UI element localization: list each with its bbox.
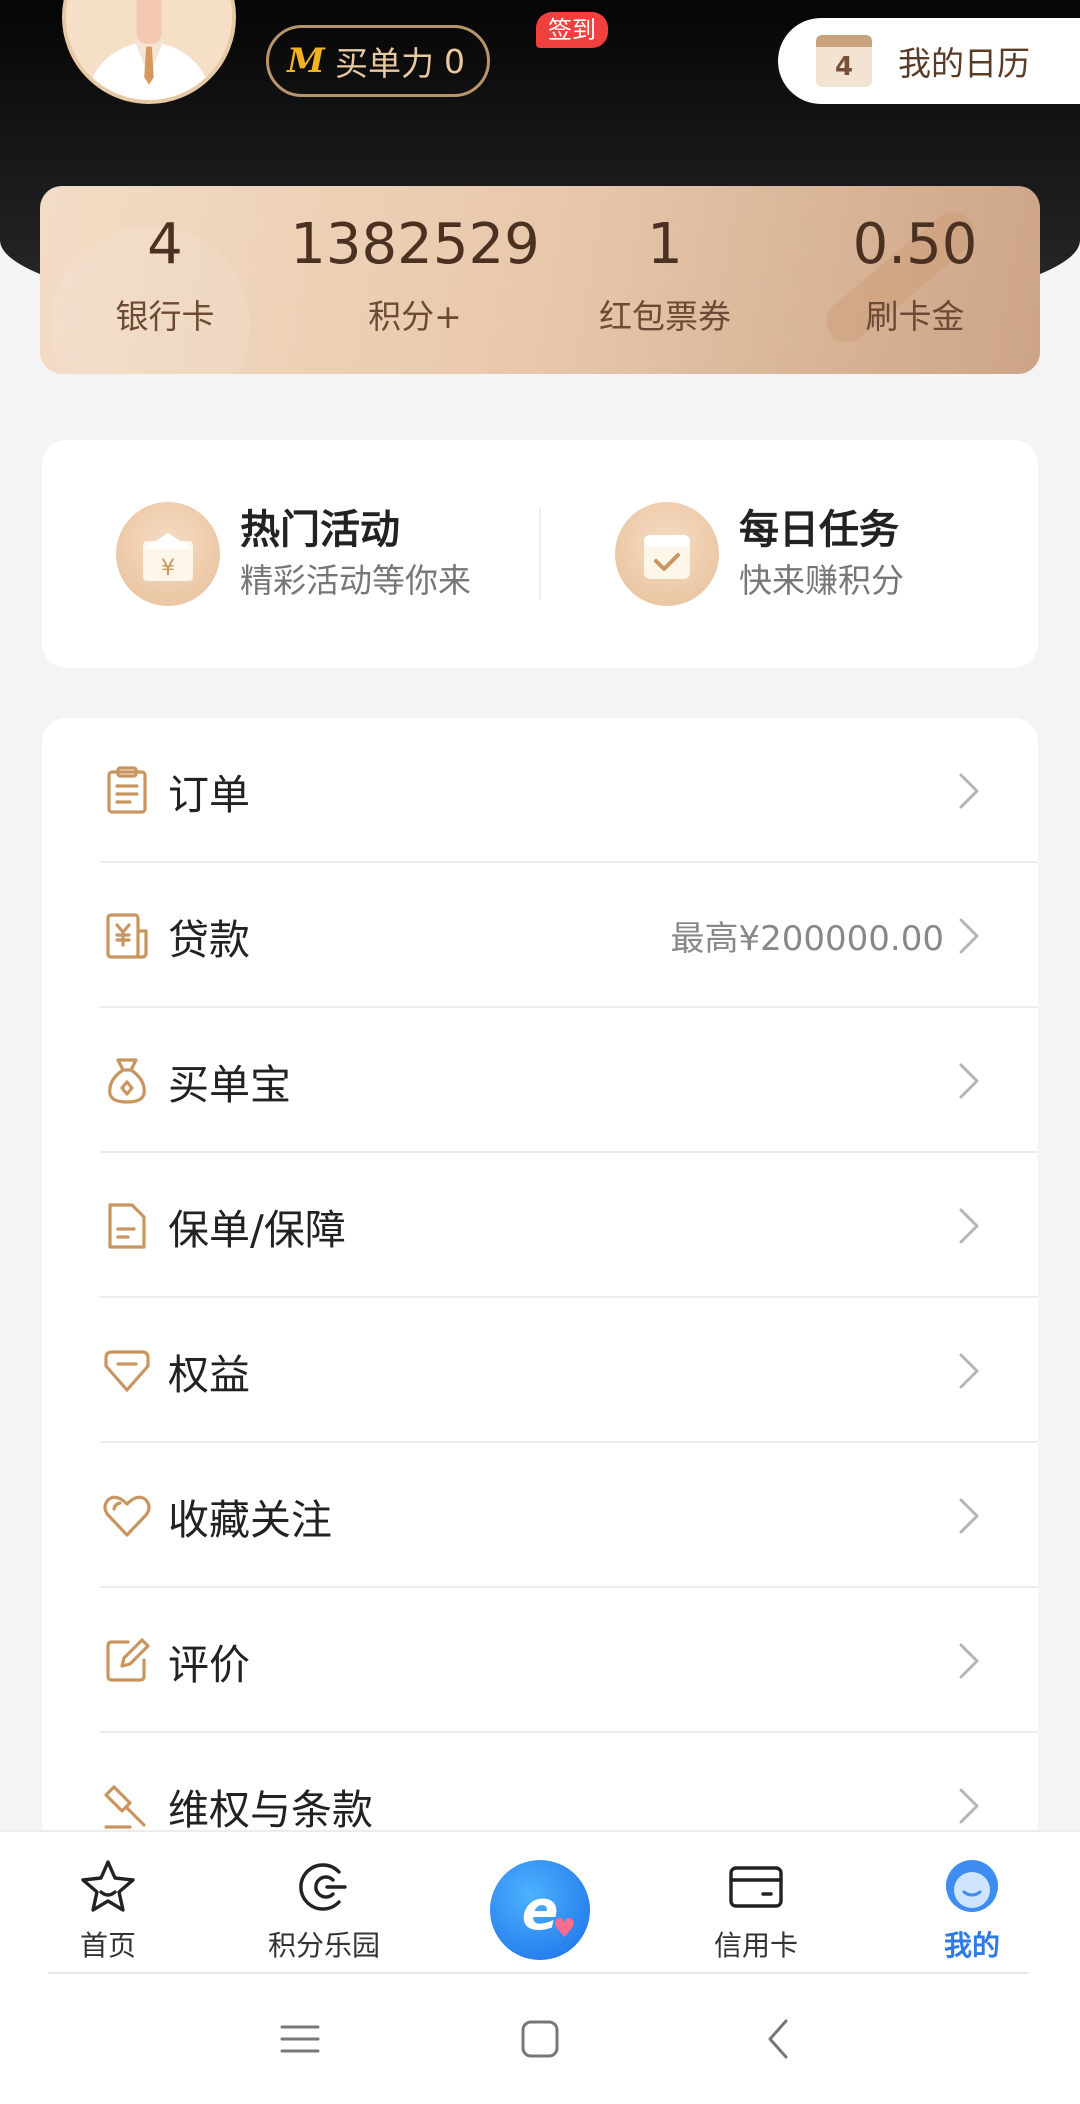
menu-item-reviews[interactable]: 评价 bbox=[42, 1588, 1038, 1733]
chevron-right-icon bbox=[958, 1353, 988, 1388]
menu-label: 贷款 bbox=[168, 915, 250, 964]
chevron-right-icon bbox=[958, 1208, 988, 1243]
nav-checkin[interactable]: e ♥ bbox=[432, 1832, 648, 1974]
stat-value: 0.50 bbox=[852, 212, 978, 277]
clipboard-icon bbox=[100, 764, 154, 818]
menu-item-orders[interactable]: 订单 bbox=[42, 718, 1038, 863]
nav-home[interactable]: 首页 bbox=[0, 1832, 216, 1974]
checkin-badge: 签到 bbox=[536, 12, 608, 48]
menu-label: 权益 bbox=[168, 1350, 250, 1399]
menu-icon bbox=[280, 2025, 320, 2053]
chevron-right-icon bbox=[958, 773, 988, 808]
profile-icon bbox=[946, 1860, 998, 1912]
buy-power-value: 0 bbox=[444, 41, 465, 81]
stat-value: 4 bbox=[147, 212, 183, 277]
stats-card: 4 银行卡 1382529 积分+ 1 红包票券 0.50 刷卡金 bbox=[40, 186, 1040, 374]
edit-icon bbox=[100, 1634, 154, 1688]
back-icon bbox=[768, 2019, 788, 2059]
app-root: M 买单力 0 4 我的日历 4 银行卡 1382529 积分+ 1 红包票券 … bbox=[0, 0, 1080, 2104]
menu-label: 订单 bbox=[168, 770, 250, 819]
menu-item-benefits[interactable]: 权益 bbox=[42, 1298, 1038, 1443]
stat-bank-cards[interactable]: 4 银行卡 bbox=[40, 186, 290, 374]
activity-title: 热门活动 bbox=[240, 507, 400, 553]
gift-box-icon: ¥ bbox=[116, 502, 220, 606]
bottom-nav: 首页 积分乐园 e ♥ 信用卡 我的 bbox=[0, 1830, 1080, 1974]
money-bag-icon bbox=[100, 1054, 154, 1108]
chevron-right-icon bbox=[958, 1498, 988, 1533]
menu-extra: 最高¥200000.00 bbox=[670, 919, 945, 959]
stat-label: 刷卡金 bbox=[865, 297, 965, 336]
heart-icon bbox=[100, 1489, 154, 1543]
nav-credit-card[interactable]: 信用卡 bbox=[648, 1832, 864, 1974]
nav-label: 首页 bbox=[79, 1929, 136, 1962]
stat-label: 积分+ bbox=[368, 297, 462, 336]
buy-power-label: 买单力 bbox=[335, 44, 434, 83]
system-back-button[interactable] bbox=[660, 2017, 900, 2061]
calendar-day: 4 bbox=[834, 52, 854, 82]
gavel-icon bbox=[100, 1779, 154, 1833]
nav-points-park[interactable]: 积分乐园 bbox=[216, 1832, 432, 1974]
system-menu-button[interactable] bbox=[180, 2017, 420, 2061]
my-calendar-button[interactable]: 4 我的日历 bbox=[778, 18, 1080, 104]
calendar-label: 我的日历 bbox=[898, 44, 1030, 83]
menu-item-loan[interactable]: 贷款 最高¥200000.00 bbox=[42, 863, 1038, 1008]
menu-label: 收藏关注 bbox=[168, 1495, 332, 1544]
chevron-right-icon bbox=[958, 918, 988, 953]
points-icon bbox=[299, 1863, 347, 1911]
stat-points[interactable]: 1382529 积分+ bbox=[290, 186, 540, 374]
chevron-right-icon bbox=[958, 1788, 988, 1823]
menu-item-policy[interactable]: 保单/保障 bbox=[42, 1153, 1038, 1298]
stat-label: 红包票券 bbox=[599, 297, 731, 336]
stat-label: 银行卡 bbox=[115, 297, 215, 336]
stat-value: 1382529 bbox=[290, 212, 540, 277]
checkin-icon: e ♥ bbox=[490, 1860, 590, 1960]
stat-card-cash[interactable]: 0.50 刷卡金 bbox=[790, 186, 1040, 374]
menu-item-favorites[interactable]: 收藏关注 bbox=[42, 1443, 1038, 1588]
yuan-doc-icon bbox=[100, 909, 154, 963]
star-icon bbox=[81, 1860, 135, 1912]
system-home-button[interactable] bbox=[420, 2017, 660, 2061]
diamond-icon bbox=[100, 1344, 154, 1398]
nav-label: 我的 bbox=[943, 1929, 1000, 1962]
activity-subtitle: 快来赚积分 bbox=[739, 561, 904, 600]
home-square-icon bbox=[521, 2020, 559, 2058]
heart-icon: ♥ bbox=[552, 1914, 576, 1944]
calendar-check-icon bbox=[615, 502, 719, 606]
menu-label: 买单宝 bbox=[168, 1060, 291, 1109]
menu-list: 订单 贷款 最高¥200000.00 买单宝 保单/保障 权益 收藏关注 评价 … bbox=[42, 718, 1038, 1918]
buy-power-pill[interactable]: M 买单力 0 bbox=[266, 25, 490, 97]
activity-card: ¥ 热门活动 精彩活动等你来 每日任务 快来赚积分 bbox=[42, 440, 1038, 668]
m-logo-icon: M bbox=[287, 41, 325, 81]
nav-label: 信用卡 bbox=[713, 1929, 798, 1962]
document-icon bbox=[100, 1199, 154, 1253]
chevron-right-icon bbox=[958, 1063, 988, 1098]
menu-label: 保单/保障 bbox=[168, 1205, 346, 1254]
daily-tasks-entry[interactable]: 每日任务 快来赚积分 bbox=[541, 502, 1038, 606]
nav-profile[interactable]: 我的 bbox=[864, 1832, 1080, 1974]
svg-text:¥: ¥ bbox=[161, 556, 175, 581]
system-navigation-bar bbox=[0, 1974, 1080, 2104]
activity-subtitle: 精彩活动等你来 bbox=[240, 561, 471, 600]
calendar-icon: 4 bbox=[816, 35, 872, 87]
menu-label: 评价 bbox=[168, 1640, 250, 1689]
stat-value: 1 bbox=[647, 212, 683, 277]
menu-label: 维权与条款 bbox=[168, 1785, 373, 1834]
stat-coupons[interactable]: 1 红包票券 bbox=[540, 186, 790, 374]
activity-title: 每日任务 bbox=[739, 507, 899, 553]
nav-label: 积分乐园 bbox=[267, 1929, 380, 1962]
credit-card-icon bbox=[729, 1866, 783, 1908]
hot-activities-entry[interactable]: ¥ 热门活动 精彩活动等你来 bbox=[42, 502, 539, 606]
menu-item-maidanbao[interactable]: 买单宝 bbox=[42, 1008, 1038, 1153]
chevron-right-icon bbox=[958, 1643, 988, 1678]
